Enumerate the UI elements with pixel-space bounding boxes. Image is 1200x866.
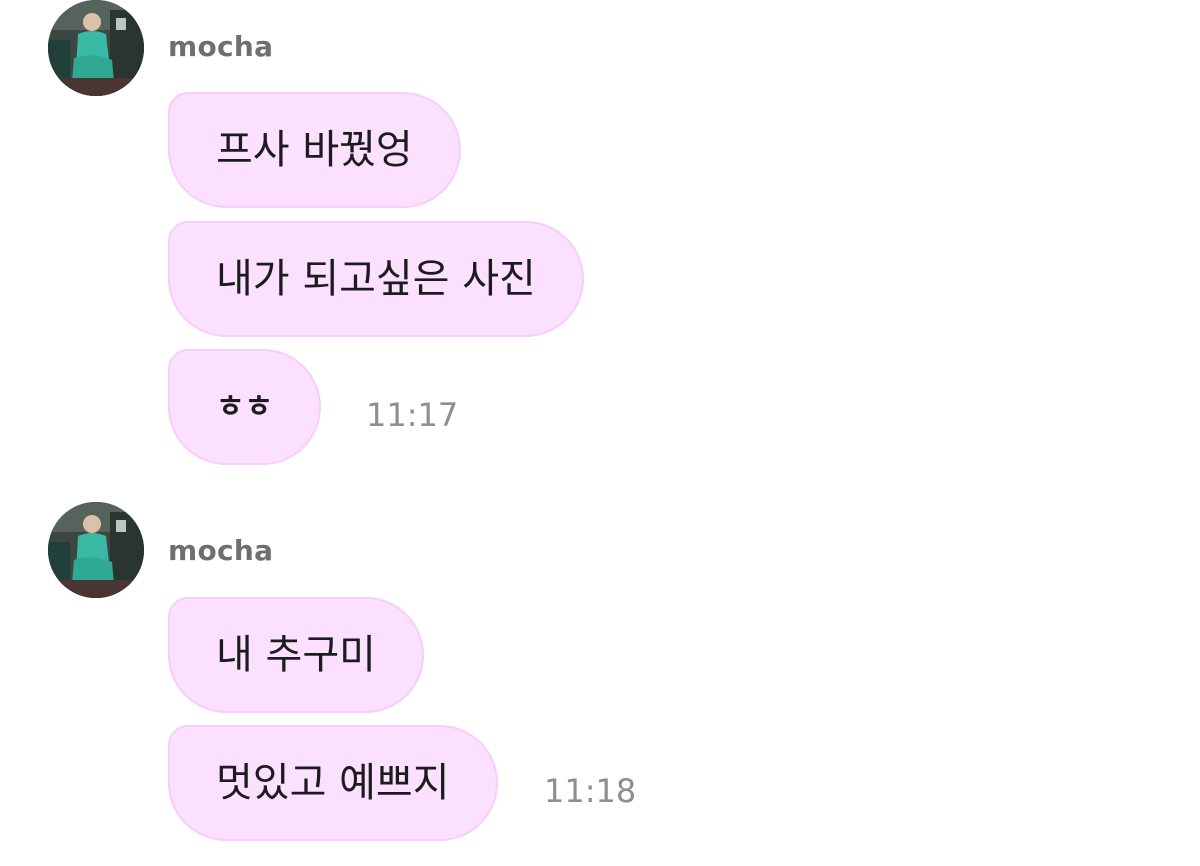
sender-name: mocha: [168, 534, 274, 567]
message-bubble[interactable]: 프사 바꿨엉: [168, 92, 461, 208]
sender-name: mocha: [168, 30, 274, 63]
message-timestamp: 11:18: [544, 772, 637, 810]
message-bubble[interactable]: 내 추구미: [168, 597, 424, 713]
message-bubble[interactable]: 내가 되고싶은 사진: [168, 221, 584, 337]
avatar[interactable]: [48, 0, 144, 96]
message-timestamp: 11:17: [366, 396, 459, 434]
avatar[interactable]: [48, 502, 144, 598]
message-bubble[interactable]: 멋있고 예쁘지: [168, 725, 498, 841]
message-bubble[interactable]: ㅎㅎ: [168, 349, 322, 465]
